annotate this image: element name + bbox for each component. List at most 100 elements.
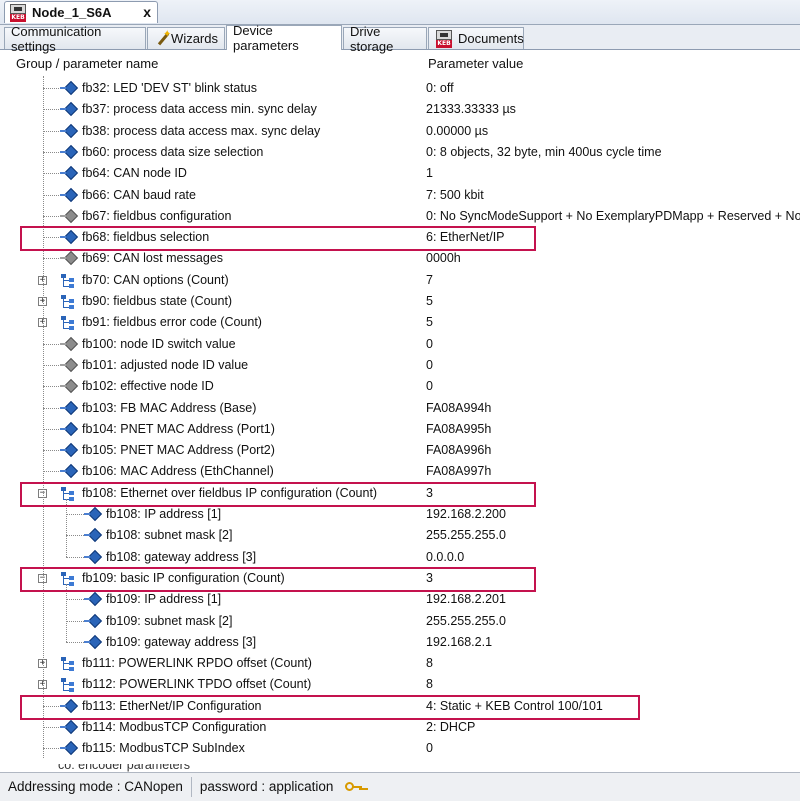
table-row[interactable]: fb108: gateway address [3] 0.0.0.0 bbox=[0, 547, 800, 568]
parameter-value[interactable]: 0: No SyncModeSupport + No ExemplaryPDMa… bbox=[426, 206, 800, 227]
parameter-value[interactable]: 3 bbox=[426, 568, 433, 589]
parameter-name: fb102: effective node ID bbox=[82, 379, 214, 394]
table-row[interactable]: fb105: PNET MAC Address (Port2) FA08A996h bbox=[0, 440, 800, 461]
tab-communication-settings[interactable]: Communication settings bbox=[4, 24, 146, 54]
parameter-value[interactable]: 0: off bbox=[426, 78, 454, 99]
table-row[interactable]: fb100: node ID switch value 0 bbox=[0, 334, 800, 355]
table-row[interactable]: fb109: subnet mask [2] 255.255.255.0 bbox=[0, 611, 800, 632]
partial-row: co: encoder parameters bbox=[0, 764, 800, 772]
table-row[interactable]: + fb90: fieldbus state (Count) 5 bbox=[0, 291, 800, 312]
parameter-name: fb111: POWERLINK RPDO offset (Count) bbox=[82, 656, 312, 671]
table-row[interactable]: fb104: PNET MAC Address (Port1) FA08A995h bbox=[0, 419, 800, 440]
table-row[interactable]: fb32: LED 'DEV ST' blink status 0: off bbox=[0, 78, 800, 99]
parameter-value[interactable]: 8 bbox=[426, 653, 433, 674]
table-row[interactable]: fb60: process data size selection 0: 8 ob… bbox=[0, 142, 800, 163]
table-row[interactable]: fb38: process data access max. sync dela… bbox=[0, 121, 800, 142]
table-row[interactable]: + fb70: CAN options (Count) 7 bbox=[0, 270, 800, 291]
parameter-value[interactable]: FA08A994h bbox=[426, 398, 491, 419]
parameter-value[interactable]: 21333.33333 µs bbox=[426, 99, 516, 120]
tab-documents[interactable]: KEB Documents bbox=[428, 27, 524, 49]
table-row[interactable]: − fb108: Ethernet over fieldbus IP config… bbox=[0, 483, 800, 504]
parameter-value[interactable]: 1 bbox=[426, 163, 433, 184]
tab-drive-storage[interactable]: Drive storage bbox=[343, 24, 427, 54]
table-row[interactable]: + fb112: POWERLINK TPDO offset (Count) 8 bbox=[0, 674, 800, 695]
document-tab-strip: KEB Node_1_S6A x bbox=[0, 0, 800, 25]
table-row[interactable]: fb69: CAN lost messages 0000h bbox=[0, 248, 800, 269]
parameter-value[interactable]: 5 bbox=[426, 312, 433, 333]
parameter-value[interactable]: 7: 500 kbit bbox=[426, 185, 484, 206]
table-row[interactable]: fb115: ModbusTCP SubIndex 0 bbox=[0, 738, 800, 759]
parameter-value[interactable]: 192.168.2.201 bbox=[426, 589, 506, 610]
parameter-value[interactable]: FA08A996h bbox=[426, 440, 491, 461]
close-icon[interactable]: x bbox=[143, 4, 151, 20]
table-row[interactable]: fb66: CAN baud rate 7: 500 kbit bbox=[0, 185, 800, 206]
table-row[interactable]: fb109: gateway address [3] 192.168.2.1 bbox=[0, 632, 800, 653]
parameter-name: fb64: CAN node ID bbox=[82, 166, 187, 181]
table-row[interactable]: fb102: effective node ID 0 bbox=[0, 376, 800, 397]
parameter-value[interactable]: 0 bbox=[426, 334, 433, 355]
table-row[interactable]: fb37: process data access min. sync dela… bbox=[0, 99, 800, 120]
parameter-name: fb109: basic IP configuration (Count) bbox=[82, 570, 285, 585]
table-row[interactable]: + fb111: POWERLINK RPDO offset (Count) 8 bbox=[0, 653, 800, 674]
parameter-value[interactable]: 2: DHCP bbox=[426, 717, 475, 738]
table-row[interactable]: fb101: adjusted node ID value 0 bbox=[0, 355, 800, 376]
table-row[interactable]: fb64: CAN node ID 1 bbox=[0, 163, 800, 184]
parameter-name: fb108: subnet mask [2] bbox=[106, 528, 233, 543]
parameter-value[interactable]: 8 bbox=[426, 674, 433, 695]
tab-device-parameters[interactable]: Device parameters bbox=[226, 23, 342, 53]
table-row[interactable]: fb103: FB MAC Address (Base) FA08A994h bbox=[0, 398, 800, 419]
table-row[interactable]: fb114: ModbusTCP Configuration 2: DHCP bbox=[0, 717, 800, 738]
wand-icon bbox=[154, 29, 171, 47]
table-row[interactable]: fb108: IP address [1] 192.168.2.200 bbox=[0, 504, 800, 525]
parameter-name: fb66: CAN baud rate bbox=[82, 187, 196, 202]
table-row[interactable]: fb113: EtherNet/IP Configuration 4: Stati… bbox=[0, 696, 800, 717]
parameter-value[interactable]: 7 bbox=[426, 270, 433, 291]
parameter-value[interactable]: 255.255.255.0 bbox=[426, 525, 506, 546]
parameter-value[interactable]: 0 bbox=[426, 355, 433, 376]
key-icon[interactable] bbox=[345, 780, 363, 794]
parameter-name: fb60: process data size selection bbox=[82, 144, 264, 159]
parameter-value[interactable]: FA08A997h bbox=[426, 461, 491, 482]
table-row[interactable]: fb109: IP address [1] 192.168.2.201 bbox=[0, 589, 800, 610]
tab-wizards[interactable]: Wizards bbox=[147, 27, 225, 49]
parameter-name: fb37: process data access min. sync dela… bbox=[82, 102, 317, 117]
tab-label: Wizards bbox=[171, 31, 218, 46]
parameter-name: fb91: fieldbus error code (Count) bbox=[82, 315, 262, 330]
status-bar: Addressing mode : CANopen password : app… bbox=[0, 772, 800, 801]
parameter-value[interactable]: 0 bbox=[426, 376, 433, 397]
parameter-value[interactable]: 192.168.2.1 bbox=[426, 632, 492, 653]
table-row[interactable]: + fb91: fieldbus error code (Count) 5 bbox=[0, 312, 800, 333]
partial-row-label: co: encoder parameters bbox=[58, 764, 191, 772]
table-row[interactable]: fb67: fieldbus configuration 0: No SyncMo… bbox=[0, 206, 800, 227]
table-row[interactable]: fb68: fieldbus selection 6: EtherNet/IP bbox=[0, 227, 800, 248]
parameter-name: fb69: CAN lost messages bbox=[82, 251, 224, 266]
tab-label: Communication settings bbox=[11, 23, 102, 54]
column-header-value[interactable]: Parameter value bbox=[428, 56, 523, 71]
parameter-value[interactable]: 192.168.2.200 bbox=[426, 504, 506, 525]
table-row[interactable]: fb108: subnet mask [2] 255.255.255.0 bbox=[0, 525, 800, 546]
parameter-value[interactable]: 4: Static + KEB Control 100/101 bbox=[426, 696, 603, 717]
parameter-value[interactable]: 0.0.0.0 bbox=[426, 547, 464, 568]
parameter-name: fb101: adjusted node ID value bbox=[82, 357, 249, 372]
parameter-name: fb103: FB MAC Address (Base) bbox=[82, 400, 257, 415]
parameter-name: fb108: Ethernet over fieldbus IP configu… bbox=[82, 485, 378, 500]
parameter-value[interactable]: 0.00000 µs bbox=[426, 121, 488, 142]
parameter-name: fb104: PNET MAC Address (Port1) bbox=[82, 421, 275, 436]
page-tab-bar: Communication settings Wizards Device pa… bbox=[0, 23, 800, 54]
table-row[interactable]: − fb109: basic IP configuration (Count) 3 bbox=[0, 568, 800, 589]
parameter-name: fb38: process data access max. sync dela… bbox=[82, 123, 321, 138]
parameter-value[interactable]: 6: EtherNet/IP bbox=[426, 227, 505, 248]
parameter-value[interactable]: 5 bbox=[426, 291, 433, 312]
parameter-value[interactable]: 3 bbox=[426, 483, 433, 504]
parameter-name: fb67: fieldbus configuration bbox=[82, 208, 232, 223]
column-header-name[interactable]: Group / parameter name bbox=[16, 56, 158, 71]
table-row[interactable]: fb106: MAC Address (EthChannel) FA08A997h bbox=[0, 461, 800, 482]
parameter-value[interactable]: 0 bbox=[426, 738, 433, 759]
parameter-value[interactable]: 255.255.255.0 bbox=[426, 611, 506, 632]
parameter-name: fb115: ModbusTCP SubIndex bbox=[82, 741, 245, 756]
parameter-value[interactable]: 0000h bbox=[426, 248, 461, 269]
parameter-value[interactable]: FA08A995h bbox=[426, 419, 491, 440]
document-tab[interactable]: KEB Node_1_S6A x bbox=[4, 1, 158, 23]
parameter-value[interactable]: 0: 8 objects, 32 byte, min 400us cycle t… bbox=[426, 142, 662, 163]
parameter-name: fb109: gateway address [3] bbox=[106, 634, 257, 649]
